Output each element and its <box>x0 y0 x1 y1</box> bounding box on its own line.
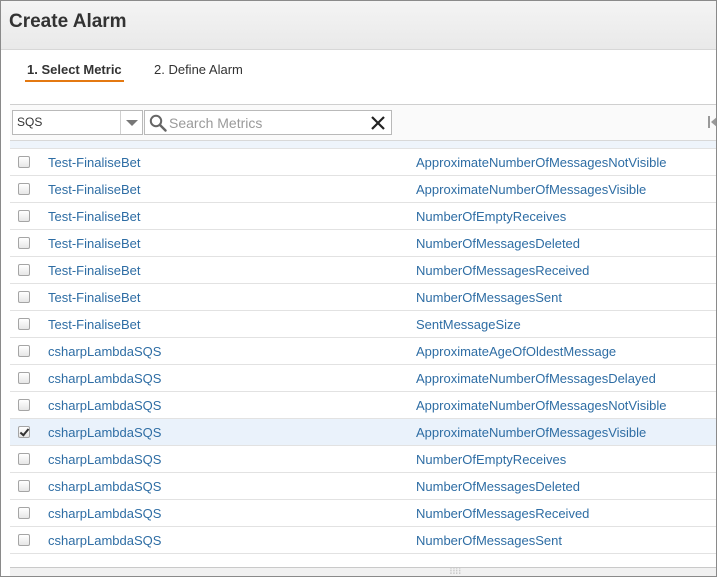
table-row[interactable]: Test-FinaliseBet SentMessageSize <box>10 311 716 338</box>
search-input[interactable] <box>169 113 359 132</box>
dialog-title: Create Alarm <box>9 11 127 32</box>
row-checkbox[interactable] <box>18 426 30 438</box>
row-checkbox[interactable] <box>18 237 30 249</box>
metric-name-link[interactable]: ApproximateNumberOfMessagesNotVisible <box>416 398 666 413</box>
queue-name-link[interactable]: csharpLambdaSQS <box>48 452 161 467</box>
table-row[interactable]: Test-FinaliseBet ApproximateNumberOfMessa… <box>10 149 716 176</box>
search-icon <box>149 114 167 132</box>
queue-name-link[interactable]: Test-FinaliseBet <box>48 290 140 305</box>
queue-name-link[interactable]: Test-FinaliseBet <box>48 236 140 251</box>
queue-name-link[interactable]: csharpLambdaSQS <box>48 344 161 359</box>
row-checkbox[interactable] <box>18 183 30 195</box>
row-checkbox[interactable] <box>18 480 30 492</box>
table-header-strip <box>10 141 716 149</box>
row-checkbox[interactable] <box>18 453 30 465</box>
queue-name-link[interactable]: Test-FinaliseBet <box>48 182 140 197</box>
wizard-steps: 1. Select Metric 2. Define Alarm <box>1 50 716 102</box>
row-checkbox[interactable] <box>18 534 30 546</box>
row-checkbox[interactable] <box>18 264 30 276</box>
queue-name-link[interactable]: csharpLambdaSQS <box>48 506 161 521</box>
metric-name-link[interactable]: NumberOfMessagesSent <box>416 533 562 548</box>
create-alarm-dialog: Create Alarm 1. Select Metric 2. Define … <box>0 0 717 577</box>
queue-name-link[interactable]: csharpLambdaSQS <box>48 371 161 386</box>
queue-name-link[interactable]: Test-FinaliseBet <box>48 263 140 278</box>
queue-name-link[interactable]: csharpLambdaSQS <box>48 533 161 548</box>
metric-name-link[interactable]: NumberOfEmptyReceives <box>416 452 566 467</box>
metric-name-link[interactable]: ApproximateNumberOfMessagesVisible <box>416 425 646 440</box>
close-icon[interactable] <box>370 115 386 131</box>
chevron-down-icon[interactable] <box>120 111 142 134</box>
row-checkbox[interactable] <box>18 507 30 519</box>
row-checkbox[interactable] <box>18 345 30 357</box>
metric-name-link[interactable]: NumberOfEmptyReceives <box>416 209 566 224</box>
row-checkbox[interactable] <box>18 318 30 330</box>
namespace-select-value: SQS <box>17 115 43 129</box>
table-row[interactable]: Test-FinaliseBet NumberOfEmptyReceives <box>10 203 716 230</box>
queue-name-link[interactable]: csharpLambdaSQS <box>48 425 161 440</box>
metric-name-link[interactable]: ApproximateNumberOfMessagesVisible <box>416 182 646 197</box>
table-row[interactable]: csharpLambdaSQS ApproximateAgeOfOldestMes… <box>10 338 716 365</box>
metric-filter-bar: SQS <box>10 104 717 140</box>
row-checkbox[interactable] <box>18 372 30 384</box>
step-select-metric[interactable]: 1. Select Metric <box>25 62 124 82</box>
queue-name-link[interactable]: Test-FinaliseBet <box>48 317 140 332</box>
queue-name-link[interactable]: csharpLambdaSQS <box>48 479 161 494</box>
metric-name-link[interactable]: ApproximateAgeOfOldestMessage <box>416 344 616 359</box>
queue-name-link[interactable]: csharpLambdaSQS <box>48 398 161 413</box>
table-row[interactable]: Test-FinaliseBet NumberOfMessagesDeleted <box>10 230 716 257</box>
resize-handle-icon[interactable]: ⁞⁞⁞⁞ <box>450 569 462 576</box>
table-row[interactable]: csharpLambdaSQS NumberOfMessagesSent <box>10 527 716 554</box>
namespace-select[interactable]: SQS <box>12 110 143 135</box>
table-row[interactable]: csharpLambdaSQS NumberOfMessagesDeleted <box>10 473 716 500</box>
title-bar: Create Alarm <box>1 1 716 50</box>
metric-name-link[interactable]: NumberOfMessagesReceived <box>416 263 589 278</box>
queue-name-link[interactable]: Test-FinaliseBet <box>48 155 140 170</box>
table-row[interactable]: csharpLambdaSQS ApproximateNumberOfMessag… <box>10 392 716 419</box>
table-row[interactable]: Test-FinaliseBet NumberOfMessagesReceived <box>10 257 716 284</box>
metric-name-link[interactable]: NumberOfMessagesSent <box>416 290 562 305</box>
search-field[interactable] <box>144 110 392 135</box>
queue-name-link[interactable]: Test-FinaliseBet <box>48 209 140 224</box>
metric-name-link[interactable]: NumberOfMessagesReceived <box>416 506 589 521</box>
metrics-table: Test-FinaliseBet ApproximateNumberOfMessa… <box>10 140 716 567</box>
step-define-alarm[interactable]: 2. Define Alarm <box>152 62 245 80</box>
metric-name-link[interactable]: NumberOfMessagesDeleted <box>416 479 580 494</box>
first-page-icon[interactable] <box>708 115 717 129</box>
row-checkbox[interactable] <box>18 291 30 303</box>
table-row[interactable]: csharpLambdaSQS ApproximateNumberOfMessag… <box>10 419 716 446</box>
table-row[interactable]: csharpLambdaSQS NumberOfEmptyReceives <box>10 446 716 473</box>
row-checkbox[interactable] <box>18 156 30 168</box>
table-row[interactable]: Test-FinaliseBet ApproximateNumberOfMessa… <box>10 176 716 203</box>
table-row[interactable]: csharpLambdaSQS ApproximateNumberOfMessag… <box>10 365 716 392</box>
table-row[interactable]: csharpLambdaSQS NumberOfMessagesReceived <box>10 500 716 527</box>
metric-name-link[interactable]: NumberOfMessagesDeleted <box>416 236 580 251</box>
row-checkbox[interactable] <box>18 399 30 411</box>
metric-name-link[interactable]: ApproximateNumberOfMessagesDelayed <box>416 371 656 386</box>
metric-name-link[interactable]: ApproximateNumberOfMessagesNotVisible <box>416 155 666 170</box>
metric-name-link[interactable]: SentMessageSize <box>416 317 521 332</box>
table-row[interactable]: Test-FinaliseBet NumberOfMessagesSent <box>10 284 716 311</box>
table-footer: ⁞⁞⁞⁞ <box>10 567 716 576</box>
row-checkbox[interactable] <box>18 210 30 222</box>
